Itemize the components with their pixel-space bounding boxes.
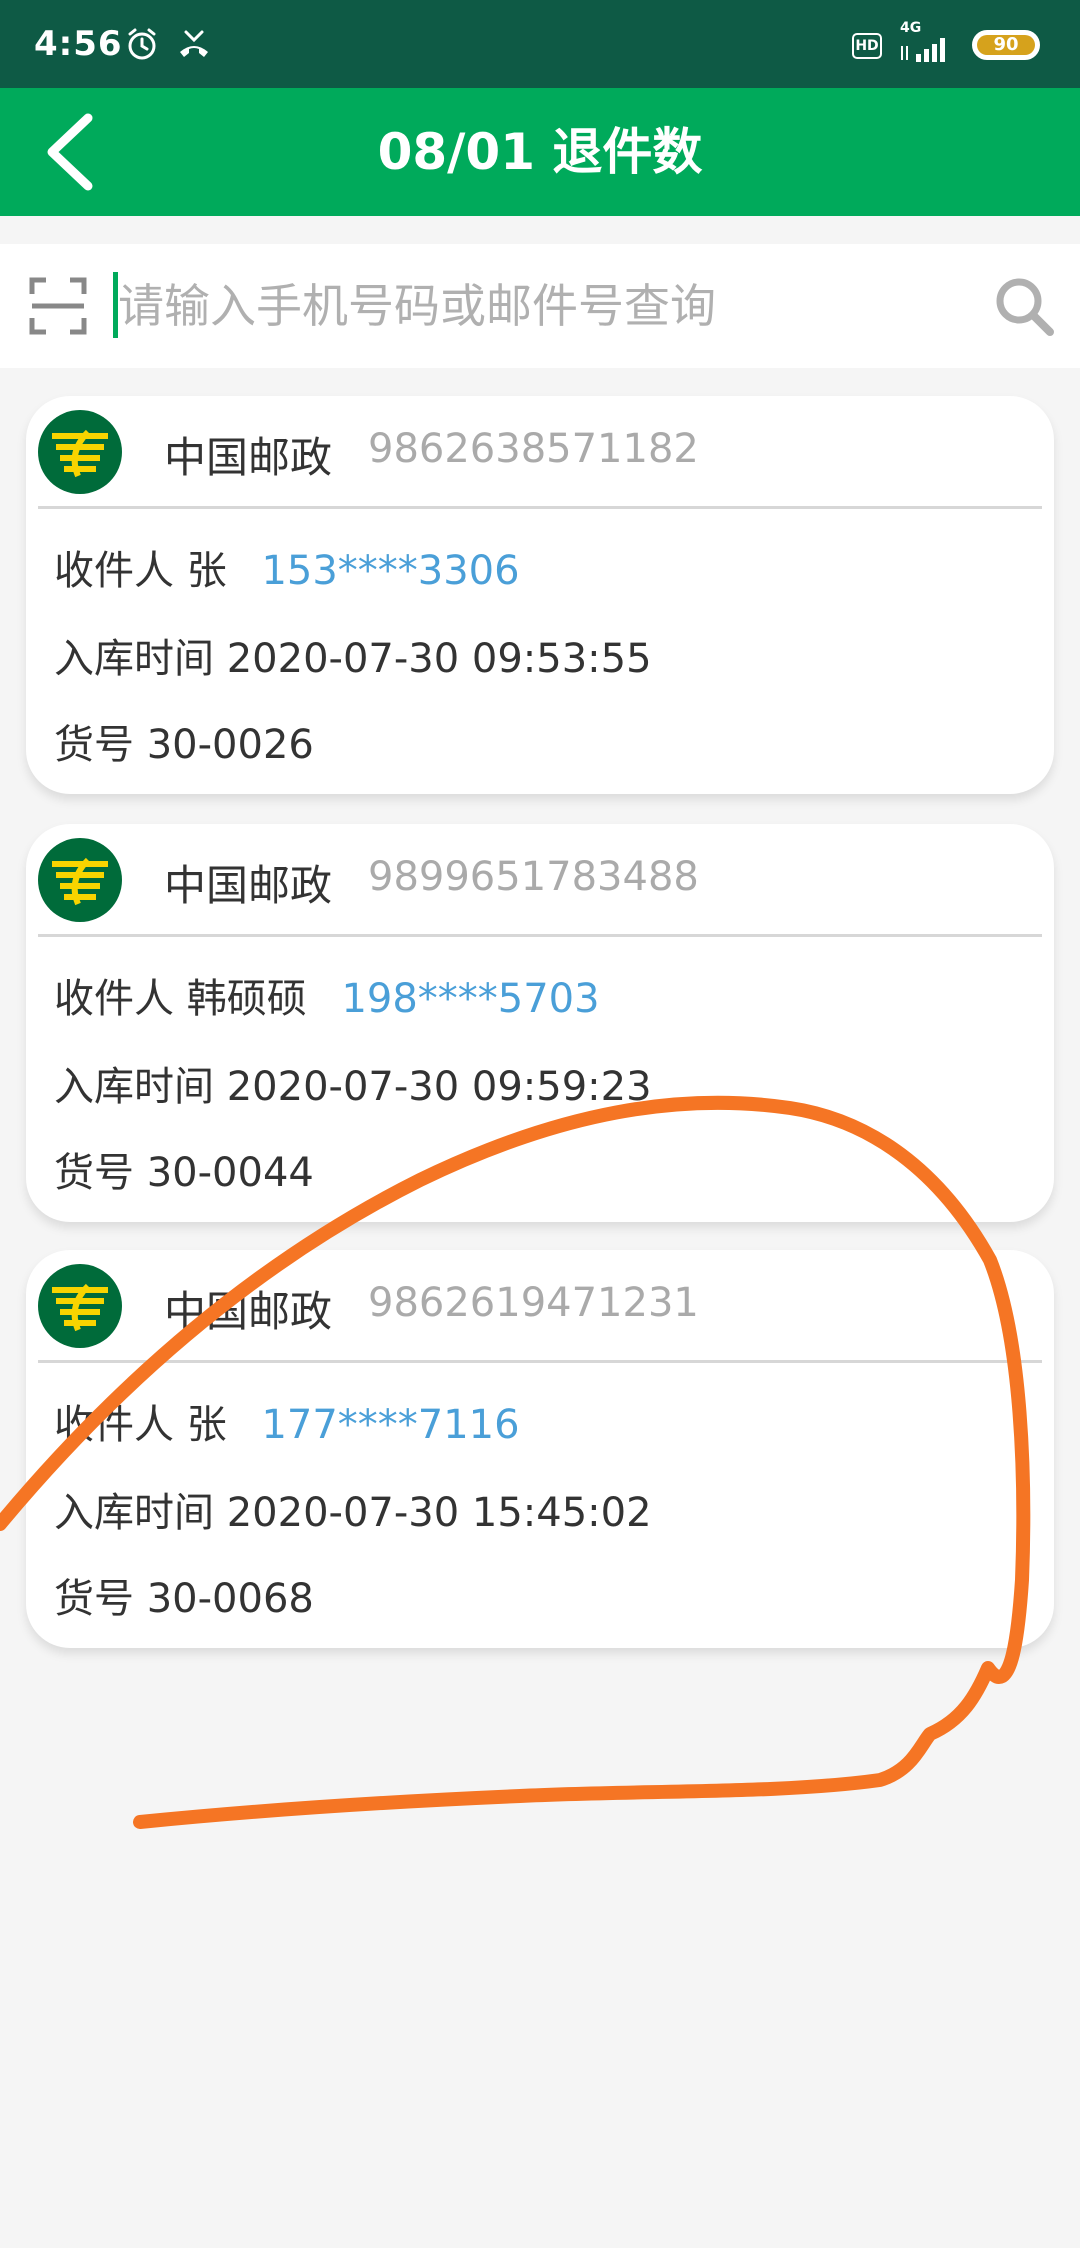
card-divider [38, 934, 1042, 937]
shelf-code-row: 货号 30-0044 [54, 1140, 314, 1198]
stored-time-value: 2020-07-30 15:45:02 [226, 1490, 652, 1536]
parcel-card[interactable]: 中国邮政 9862619471231 收件人 张 177****7116 入库时… [26, 1250, 1054, 1648]
china-post-logo-icon [38, 410, 122, 494]
parcel-card[interactable]: 中国邮政 9862638571182 收件人 张 153****3306 入库时… [26, 396, 1054, 794]
scan-icon[interactable] [28, 276, 88, 336]
card-divider [38, 1360, 1042, 1363]
shelf-code-value: 30-0044 [146, 1150, 314, 1196]
recipient-label: 收件人 [54, 976, 174, 1022]
card-header: 中国邮政 9899651783488 [26, 824, 1054, 934]
recipient-label: 收件人 [54, 1402, 174, 1448]
recipient-phone[interactable]: 198****5703 [341, 976, 599, 1022]
search-icon[interactable] [992, 274, 1056, 338]
shelf-code-value: 30-0068 [146, 1576, 314, 1622]
status-bar: 4:56 HD 4G 90 [0, 0, 1080, 88]
hd-label: HD [855, 38, 879, 54]
recipient-label: 收件人 [54, 548, 174, 594]
carrier-name: 中国邮政 [164, 1287, 333, 1336]
stored-time-label: 入库时间 [54, 1064, 214, 1110]
hd-icon: HD [852, 33, 882, 59]
tracking-number: 9862638571182 [368, 426, 699, 472]
4g-signal-icon: 4G [898, 20, 958, 66]
recipient-row: 收件人 张 177****7116 [54, 1392, 520, 1450]
carrier-name: 中国邮政 [164, 433, 333, 482]
recipient-name: 张 [186, 1402, 227, 1448]
shelf-code-label: 货号 [54, 1576, 134, 1622]
recipient-phone[interactable]: 153****3306 [261, 548, 519, 594]
recipient-name: 韩硕硕 [186, 976, 307, 1022]
recipient-name: 张 [186, 548, 227, 594]
recipient-row: 收件人 韩硕硕 198****5703 [54, 966, 600, 1024]
stored-time-value: 2020-07-30 09:59:23 [226, 1064, 652, 1110]
status-time: 4:56 [34, 24, 123, 64]
china-post-logo-icon [38, 838, 122, 922]
stored-time-value: 2020-07-30 09:53:55 [226, 636, 652, 682]
shelf-code-value: 30-0026 [146, 722, 314, 768]
app-bar: 08/01 退件数 [0, 88, 1080, 216]
page-title: 08/01 退件数 [377, 123, 703, 181]
battery-icon: 90 [972, 30, 1040, 60]
card-header: 中国邮政 9862638571182 [26, 396, 1054, 506]
shelf-code-row: 货号 30-0026 [54, 712, 314, 770]
tracking-number: 9862619471231 [368, 1280, 699, 1326]
search-input[interactable] [118, 264, 968, 348]
shelf-code-label: 货号 [54, 722, 134, 768]
alarm-icon [128, 28, 156, 60]
card-divider [38, 506, 1042, 509]
carrier-name: 中国邮政 [164, 861, 333, 910]
recipient-row: 收件人 张 153****3306 [54, 538, 520, 596]
stored-time-row: 入库时间 2020-07-30 09:53:55 [54, 626, 652, 684]
tracking-number: 9899651783488 [368, 854, 699, 900]
shelf-code-label: 货号 [54, 1150, 134, 1196]
stored-time-row: 入库时间 2020-07-30 09:59:23 [54, 1054, 652, 1112]
missed-call-icon [180, 30, 208, 57]
shelf-code-row: 货号 30-0068 [54, 1566, 314, 1624]
parcel-card[interactable]: 中国邮政 9899651783488 收件人 韩硕硕 198****5703 入… [26, 824, 1054, 1222]
stored-time-label: 入库时间 [54, 1490, 214, 1536]
stored-time-row: 入库时间 2020-07-30 15:45:02 [54, 1480, 652, 1538]
stored-time-label: 入库时间 [54, 636, 214, 682]
china-post-logo-icon [38, 1264, 122, 1348]
battery-level: 90 [993, 34, 1019, 55]
search-bar [0, 244, 1080, 368]
recipient-phone[interactable]: 177****7116 [261, 1402, 519, 1448]
card-header: 中国邮政 9862619471231 [26, 1250, 1054, 1360]
chevron-left-icon[interactable] [36, 108, 116, 196]
